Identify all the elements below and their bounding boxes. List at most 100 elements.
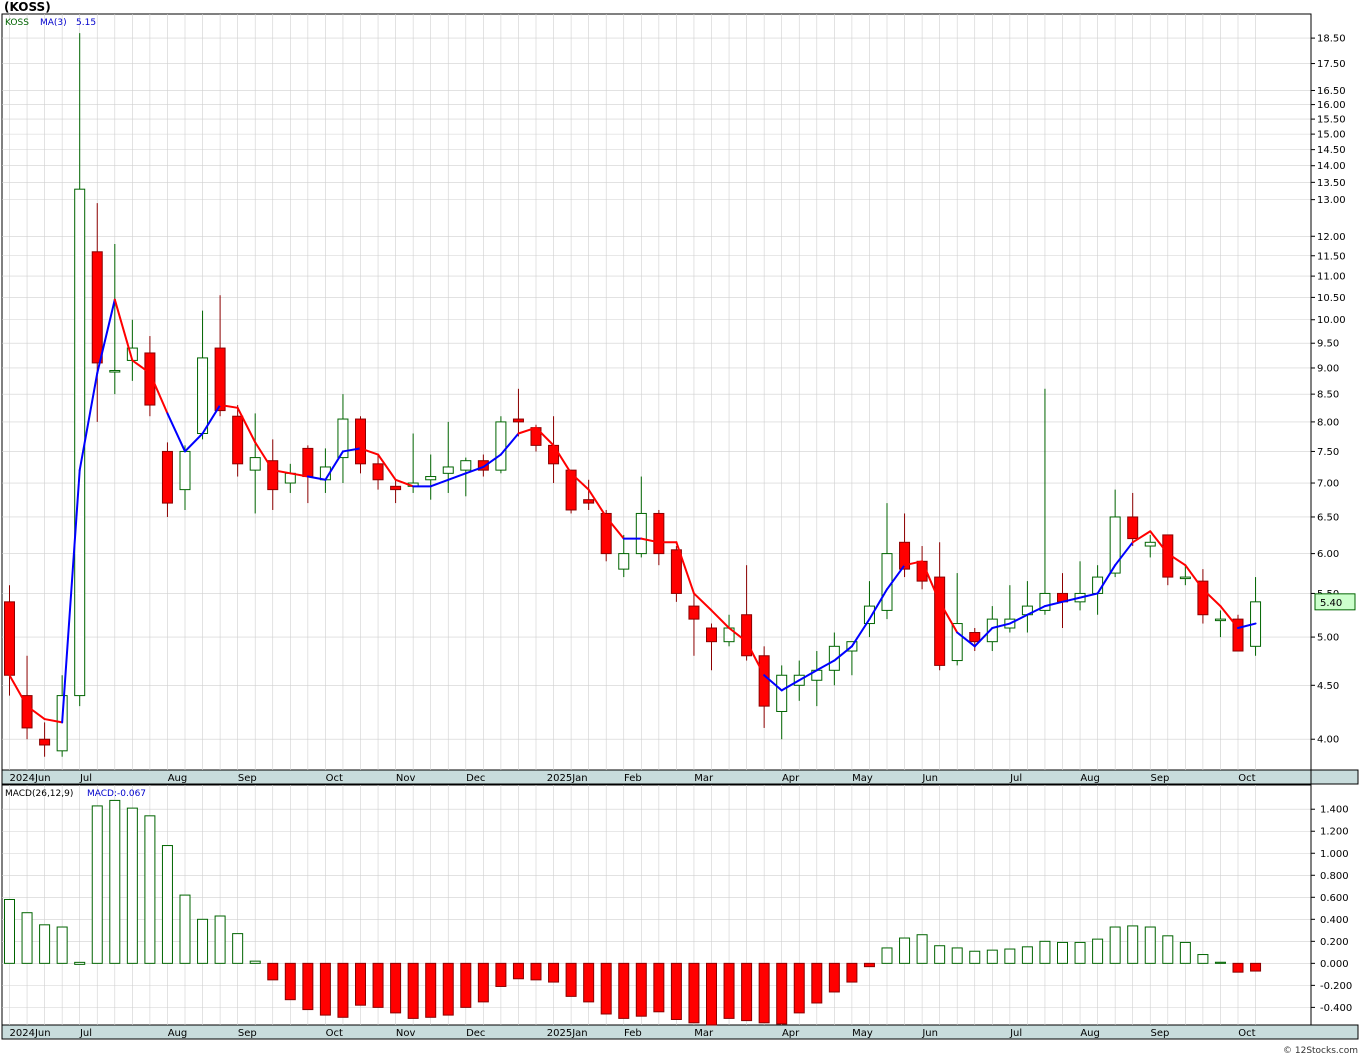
macd-bar (530, 962, 542, 981)
x-tick-label: 2025Jan (547, 1028, 588, 1039)
candle-body (355, 418, 366, 465)
macd-bar (126, 807, 138, 964)
macd-bar (249, 960, 261, 964)
x-tick-label: Jun (921, 773, 938, 784)
x-tick-label: Oct (326, 773, 343, 784)
y-tick-label: 1.400 (1320, 805, 1349, 816)
macd-bar (653, 962, 665, 1013)
x-tick-label: Aug (168, 1028, 188, 1039)
y-tick-label: 0.600 (1320, 893, 1349, 904)
macd-bar (758, 962, 770, 1024)
x-tick-label: Jul (1009, 773, 1022, 784)
y-tick-label: 8.00 (1317, 417, 1339, 428)
macd-bar (214, 915, 226, 964)
candle-body (4, 601, 15, 676)
x-tick-label: 2024Jun (10, 773, 51, 784)
candle-body (442, 466, 454, 474)
macd-bar (548, 962, 560, 983)
candle-body (1092, 576, 1104, 594)
macd-bar (934, 945, 946, 964)
x-tick-label: Mar (694, 1028, 714, 1039)
macd-bar (688, 962, 700, 1024)
x-tick-label: Aug (168, 773, 188, 784)
y-tick-label: 0.400 (1320, 915, 1349, 926)
y-tick-label: 11.00 (1317, 272, 1346, 283)
x-tick-label: Jul (79, 1028, 92, 1039)
macd-bar (1057, 941, 1068, 964)
x-tick-label: Sep (238, 1028, 257, 1039)
macd-bar (706, 962, 717, 1026)
y-tick-label: 10.50 (1317, 293, 1346, 304)
macd-bar (1232, 962, 1244, 973)
candle-body (91, 251, 103, 364)
y-tick-label: -0.400 (1320, 1003, 1352, 1014)
current-price-label: 5.40 (1320, 598, 1342, 609)
y-tick-label: 16.50 (1317, 86, 1346, 97)
candle-body (688, 605, 700, 620)
candle-body (548, 444, 560, 465)
y-tick-label: 14.00 (1317, 161, 1346, 172)
macd-bar (1214, 961, 1226, 964)
macd-bar (407, 962, 419, 1019)
macd-bar (4, 898, 15, 964)
x-tick-label: Feb (624, 1028, 642, 1039)
x-tick-label: Jun (921, 1028, 938, 1039)
macd-bar (951, 947, 963, 964)
x-tick-label: Mar (694, 773, 714, 784)
candle-body (583, 499, 595, 504)
macd-bar (197, 918, 209, 964)
candle (1232, 614, 1244, 652)
macd-bar (881, 947, 893, 964)
y-tick-label: 15.50 (1317, 115, 1346, 126)
macd-bar (477, 962, 489, 1003)
macd-bar (1250, 962, 1262, 972)
candle-body (881, 553, 893, 611)
candle-body (197, 357, 209, 434)
macd-bar (460, 962, 472, 1008)
y-tick-label: 9.00 (1317, 363, 1339, 374)
y-tick-label: 10.00 (1317, 315, 1346, 326)
candle-body (776, 674, 788, 712)
x-tick-label: 2024Jun (10, 1028, 51, 1039)
candle-body (1127, 516, 1139, 540)
x-tick-label: Nov (396, 1028, 416, 1039)
y-tick-label: 17.50 (1317, 59, 1346, 70)
y-tick-label: 11.50 (1317, 251, 1346, 262)
candle-body (495, 421, 507, 471)
y-tick-label: 14.50 (1317, 145, 1346, 156)
y-tick-label: 13.50 (1317, 178, 1346, 189)
y-tick-label: 4.00 (1317, 735, 1339, 746)
x-tick-label: May (852, 773, 873, 784)
macd-bar (161, 845, 173, 964)
candle-body (179, 450, 191, 491)
x-tick-label: Oct (1238, 1028, 1255, 1039)
candle-body (653, 512, 665, 555)
macd-bar (179, 894, 191, 964)
macd-bar (670, 962, 682, 1020)
candle-body (425, 476, 437, 481)
macd-bar (319, 962, 331, 1016)
legend-macd-label: MACD(26,12,9) (5, 789, 73, 799)
y-tick-label: 1.000 (1320, 849, 1349, 860)
macd-bar (583, 962, 595, 1003)
candle-body (600, 512, 612, 555)
legend-symbol: KOSS (5, 18, 29, 28)
x-tick-label: Jul (1009, 1028, 1022, 1039)
macd-bar (337, 962, 349, 1018)
y-tick-label: 18.50 (1317, 34, 1346, 45)
x-tick-label: Sep (1151, 773, 1170, 784)
candle-body (635, 512, 647, 555)
y-tick-label: 7.00 (1317, 479, 1339, 490)
macd-bar (916, 934, 928, 964)
candle-body (302, 447, 314, 478)
candle-body (460, 460, 472, 471)
macd-bar (1127, 925, 1139, 964)
x-tick-label: Oct (1238, 773, 1255, 784)
macd-bar (776, 962, 788, 1025)
x-tick-label: Sep (1151, 1028, 1170, 1039)
macd-bar (91, 805, 103, 964)
macd-bar (723, 962, 735, 1019)
x-tick-label: Apr (782, 1028, 800, 1039)
x-tick-label: 2025Jan (547, 773, 588, 784)
macd-bar (56, 926, 68, 964)
